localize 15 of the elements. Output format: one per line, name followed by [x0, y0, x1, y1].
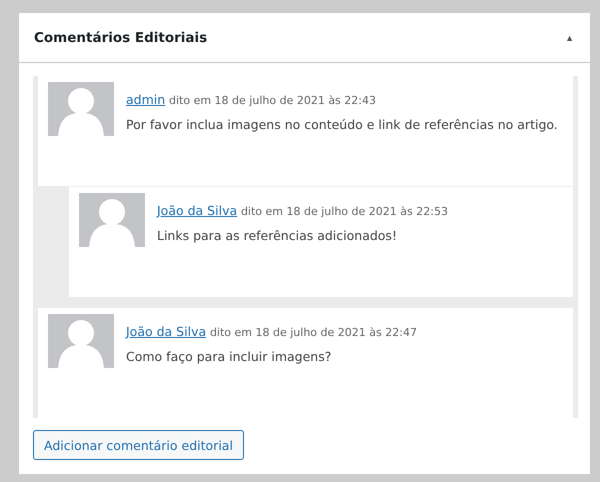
add-comment-button[interactable]: Adicionar comentário editorial — [33, 430, 244, 460]
avatar-icon — [48, 82, 114, 136]
comment-date: dito em 18 de julho de 2021 às 22:43 — [169, 94, 376, 107]
avatar-icon — [48, 314, 114, 368]
collapse-toggle[interactable]: ▲ — [565, 32, 574, 42]
comment-text: Links para as referências adicionados! — [157, 228, 398, 243]
comment-text: Como faço para incluir imagens? — [126, 349, 332, 364]
comment-date: dito em 18 de julho de 2021 às 22:47 — [210, 326, 417, 339]
comment-date: dito em 18 de julho de 2021 às 22:53 — [240, 205, 448, 218]
author-link[interactable]: admin — [126, 92, 166, 107]
author-link[interactable]: João da Silva — [157, 203, 238, 218]
author-link[interactable]: João da Silva — [126, 324, 206, 339]
panel-title: Comentários Editoriais — [34, 30, 208, 46]
avatar-icon — [79, 193, 145, 247]
comment-text: Por favor inclua imagens no conteúdo e link de referências no artigo. — [126, 117, 558, 132]
